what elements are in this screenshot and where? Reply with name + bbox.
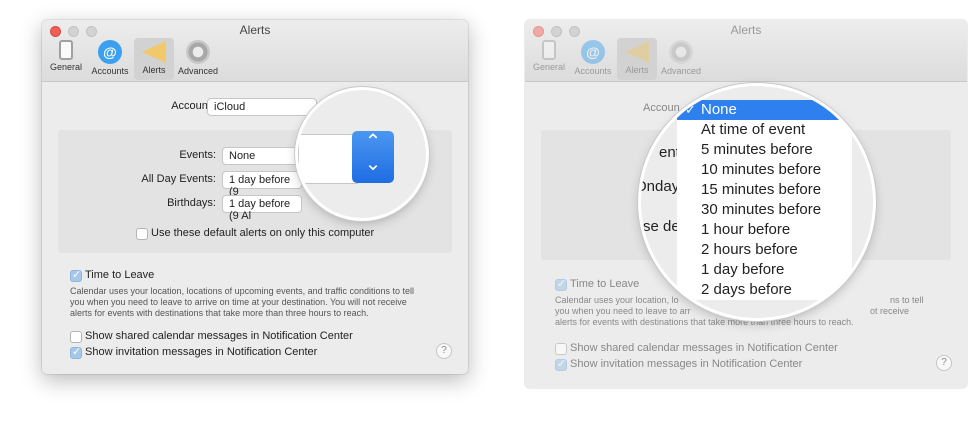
all-day-events-label: All Day Events: <box>141 173 216 185</box>
default-alerts-checkbox[interactable] <box>136 228 148 240</box>
magnifier-alert-menu-zoom: ents Ondays se def ✓ None At time of eve… <box>641 86 873 318</box>
time-to-leave-label: Time to Leave <box>85 269 155 281</box>
tab-label: General <box>49 62 83 72</box>
birthdays-label: Birthdays: <box>167 197 216 209</box>
shared-messages-checkbox[interactable] <box>555 343 567 355</box>
tab-label: Accounts <box>91 66 129 76</box>
gear-icon <box>669 40 693 64</box>
menu-item-10-minutes-before[interactable]: 10 minutes before <box>677 160 852 180</box>
time-to-leave-description-line-2: you when you need to leave to arr <box>555 306 691 316</box>
tab-general[interactable]: General <box>46 38 86 80</box>
invitation-messages-checkbox[interactable] <box>555 357 567 371</box>
general-icon <box>59 40 73 60</box>
checkmark-icon: ✓ <box>685 102 696 117</box>
tab-accounts[interactable]: @ Accounts <box>90 38 130 80</box>
general-icon <box>542 40 556 60</box>
time-to-leave-checkbox[interactable] <box>555 277 567 291</box>
menu-item-label: 30 minutes before <box>701 201 822 218</box>
default-alerts-label: Use these default alerts on only this co… <box>151 227 375 239</box>
time-to-leave-description-line-2-end: ot receive <box>870 306 910 316</box>
menu-item-label: None <box>701 101 737 118</box>
menu-item-label: 1 day before <box>701 261 785 278</box>
invitation-messages-label: Show invitation messages in Notification… <box>85 346 318 358</box>
menu-item-label: At time of event <box>701 121 806 138</box>
menu-item-none[interactable]: ✓ None <box>677 100 852 120</box>
time-to-leave-label: Time to Leave <box>570 278 640 290</box>
shared-messages-label: Show shared calendar messages in Notific… <box>85 330 353 342</box>
tab-alerts[interactable]: Alerts <box>617 38 657 80</box>
time-to-leave-description-line-2: you when you need to leave to arrive on … <box>70 297 407 307</box>
chevron-down-icon: ⌄ <box>364 153 382 175</box>
menu-item-label: 2 days before <box>701 281 792 298</box>
accounts-icon: @ <box>581 40 605 64</box>
menu-item-label: 5 minutes before <box>701 141 813 158</box>
time-to-leave-description-line-1: Calendar uses your location, locations o… <box>70 286 415 296</box>
account-label-partial: Accoun <box>643 102 680 114</box>
tab-label: Advanced <box>178 66 219 76</box>
preferences-toolbar: General @ Accounts Alerts Advanced <box>529 38 701 80</box>
birthdays-popup[interactable]: 1 day before (9 Al <box>222 195 302 222</box>
menu-item-30-minutes-before[interactable]: 30 minutes before <box>677 200 852 220</box>
chevron-up-icon: ⌃ <box>364 131 382 153</box>
events-popup-zoomed-field <box>298 134 358 184</box>
help-button[interactable]: ? <box>436 343 452 359</box>
alert-time-dropdown-menu: ✓ None At time of event 5 minutes before… <box>677 100 852 300</box>
window-title: Alerts <box>730 23 762 37</box>
menu-item-2-hours-before[interactable]: 2 hours before <box>677 240 852 260</box>
popup-stepper-button[interactable]: ⌃ ⌄ <box>352 131 394 183</box>
help-button[interactable]: ? <box>936 355 952 371</box>
time-to-leave-description-line-3: alerts for events with destinations that… <box>70 308 369 318</box>
menu-item-1-hour-before[interactable]: 1 hour before <box>677 220 852 240</box>
megaphone-icon <box>142 41 166 63</box>
megaphone-icon <box>625 41 649 63</box>
time-to-leave-checkbox[interactable] <box>70 268 82 282</box>
menu-item-5-minutes-before[interactable]: 5 minutes before <box>677 140 852 160</box>
menu-item-1-day-before[interactable]: 1 day before <box>677 260 852 280</box>
invitation-messages-checkbox[interactable] <box>70 345 82 359</box>
tab-label: Alerts <box>625 65 649 75</box>
tab-label: General <box>532 62 566 72</box>
tab-label: Advanced <box>661 66 702 76</box>
window-title: Alerts <box>239 23 271 37</box>
time-to-leave-description-line-1-end: ns to tell <box>890 295 924 305</box>
shared-messages-checkbox[interactable] <box>70 331 82 343</box>
tab-label: Accounts <box>574 66 612 76</box>
invitation-messages-label: Show invitation messages in Notification… <box>570 358 803 370</box>
preferences-toolbar: General @ Accounts Alerts Advanced <box>46 38 218 80</box>
account-popup[interactable]: iCloud <box>207 98 317 116</box>
menu-item-at-time-of-event[interactable]: At time of event <box>677 120 852 140</box>
events-label: Events: <box>179 149 216 161</box>
all-day-events-popup[interactable]: 1 day before (9 <box>222 171 302 198</box>
menu-item-2-days-before[interactable]: 2 days before <box>677 280 852 300</box>
tab-alerts[interactable]: Alerts <box>134 38 174 80</box>
titlebar: Alerts General @ Accounts Alerts Advance… <box>42 20 468 82</box>
time-to-leave-description-line-3: alerts for events with destinations that… <box>555 317 854 327</box>
events-popup[interactable]: None <box>222 147 302 165</box>
menu-item-label: 15 minutes before <box>701 181 822 198</box>
shared-messages-label: Show shared calendar messages in Notific… <box>570 342 838 354</box>
menu-item-15-minutes-before[interactable]: 15 minutes before <box>677 180 852 200</box>
accounts-icon: @ <box>98 40 122 64</box>
screenshot-stage: Alerts General @ Accounts Alerts Advance… <box>0 0 970 433</box>
time-to-leave-description-line-1: Calendar uses your location, lo <box>555 295 679 305</box>
gear-icon <box>186 40 210 64</box>
titlebar: Alerts General @ Accounts Alerts Advance… <box>525 20 967 82</box>
account-label: Account: <box>171 100 214 112</box>
tab-general[interactable]: General <box>529 38 569 80</box>
menu-item-label: 10 minutes before <box>701 161 822 178</box>
tab-label: Alerts <box>142 65 166 75</box>
magnifier-stepper-zoom: ⌃ ⌄ <box>298 90 426 218</box>
menu-item-label: 1 hour before <box>701 221 791 238</box>
tab-accounts[interactable]: @ Accounts <box>573 38 613 80</box>
tab-advanced[interactable]: Advanced <box>661 38 701 80</box>
tab-advanced[interactable]: Advanced <box>178 38 218 80</box>
menu-item-label: 2 hours before <box>701 241 798 258</box>
